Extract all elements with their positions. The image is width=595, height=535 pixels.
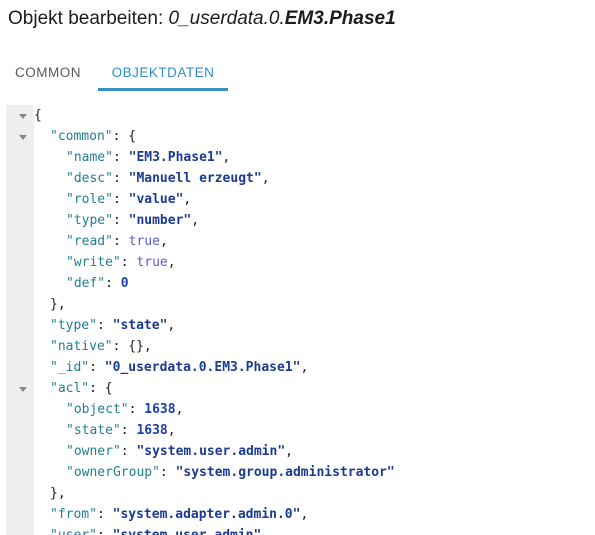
json-row-gutter <box>6 315 34 336</box>
json-row-text: "acl": { <box>50 381 113 396</box>
page-title-object-id-strong: EM3.Phase1 <box>284 8 396 29</box>
json-row[interactable]: "common": { <box>0 126 595 147</box>
json-row-text: }, <box>50 297 66 312</box>
json-row-gutter <box>6 462 34 483</box>
json-row-gutter <box>6 168 34 189</box>
json-row-text: "object": 1638, <box>66 402 184 417</box>
json-row[interactable]: }, <box>0 294 595 315</box>
json-row-gutter <box>6 357 34 378</box>
json-row-text: "_id": "0_userdata.0.EM3.Phase1", <box>50 360 309 375</box>
json-row-gutter <box>6 525 34 535</box>
json-row[interactable]: "type": "number", <box>0 210 595 231</box>
json-row[interactable]: "from": "system.adapter.admin.0", <box>0 504 595 525</box>
json-row[interactable]: "_id": "0_userdata.0.EM3.Phase1", <box>0 357 595 378</box>
json-row-text: "owner": "system.user.admin", <box>66 444 293 459</box>
page-title-object-id: 0_userdata.0. <box>168 8 285 29</box>
json-row[interactable]: "user": "system.user.admin", <box>0 525 595 535</box>
json-row-gutter <box>6 294 34 315</box>
json-row-text: "native": {}, <box>50 339 152 354</box>
json-row-gutter <box>6 441 34 462</box>
json-row-gutter <box>6 252 34 273</box>
json-row[interactable]: "name": "EM3.Phase1", <box>0 147 595 168</box>
json-row-gutter <box>6 504 34 525</box>
json-row-text: "type": "state", <box>50 318 176 333</box>
json-row-text: }, <box>50 486 66 501</box>
json-row[interactable]: "role": "value", <box>0 189 595 210</box>
page-title-prefix: Objekt bearbeiten: <box>8 8 169 29</box>
json-row[interactable]: "object": 1638, <box>0 399 595 420</box>
json-row-background <box>0 483 595 504</box>
json-row-text: "read": true, <box>66 234 168 249</box>
json-row-gutter <box>6 273 34 294</box>
page-title: Objekt bearbeiten: 0_userdata.0.EM3.Phas… <box>8 6 396 32</box>
json-row-gutter <box>6 210 34 231</box>
json-row-text: "role": "value", <box>66 192 192 207</box>
json-row-text: "type": "number", <box>66 213 200 228</box>
json-row-text: "name": "EM3.Phase1", <box>66 150 231 165</box>
json-row[interactable]: "ownerGroup": "system.group.administrato… <box>0 462 595 483</box>
json-row-text: "def": 0 <box>66 276 129 291</box>
json-row-gutter <box>6 231 34 252</box>
json-row-text: "write": true, <box>66 255 176 270</box>
json-row[interactable]: { <box>0 105 595 126</box>
chevron-down-icon[interactable] <box>19 135 27 140</box>
json-row[interactable]: }, <box>0 483 595 504</box>
chevron-down-icon[interactable] <box>19 387 27 392</box>
json-row-text: { <box>34 108 42 123</box>
json-row-text: "common": { <box>50 129 137 144</box>
active-tab-indicator <box>98 88 228 91</box>
json-row-gutter <box>6 336 34 357</box>
json-row[interactable]: "write": true, <box>0 252 595 273</box>
json-row-background <box>0 294 595 315</box>
json-row-gutter <box>6 399 34 420</box>
chevron-down-icon[interactable] <box>19 114 27 119</box>
json-row-text: "user": "system.user.admin", <box>50 525 269 535</box>
tab-common[interactable]: COMMON <box>7 56 89 90</box>
json-row[interactable]: "desc": "Manuell erzeugt", <box>0 168 595 189</box>
json-row[interactable]: "read": true, <box>0 231 595 252</box>
json-row[interactable]: "state": 1638, <box>0 420 595 441</box>
json-row-text: "ownerGroup": "system.group.administrato… <box>66 465 395 480</box>
json-row-text: "state": 1638, <box>66 423 176 438</box>
json-row[interactable]: "native": {}, <box>0 336 595 357</box>
json-row-background <box>0 105 595 126</box>
tab-objektdaten[interactable]: OBJEKTDATEN <box>97 56 229 90</box>
json-row[interactable]: "acl": { <box>0 378 595 399</box>
json-row-text: "from": "system.adapter.admin.0", <box>50 507 309 522</box>
tab-bar: COMMON OBJEKTDATEN <box>0 56 595 92</box>
json-row-gutter <box>6 147 34 168</box>
json-row[interactable]: "type": "state", <box>0 315 595 336</box>
json-row-gutter <box>6 189 34 210</box>
json-row-gutter <box>6 420 34 441</box>
json-row-text: "desc": "Manuell erzeugt", <box>66 171 270 186</box>
json-row[interactable]: "owner": "system.user.admin", <box>0 441 595 462</box>
json-row[interactable]: "def": 0 <box>0 273 595 294</box>
json-row-gutter <box>6 483 34 504</box>
json-object-data-viewer[interactable]: { "common": { "name": "EM3.Phase1", "desc":… <box>0 105 595 535</box>
